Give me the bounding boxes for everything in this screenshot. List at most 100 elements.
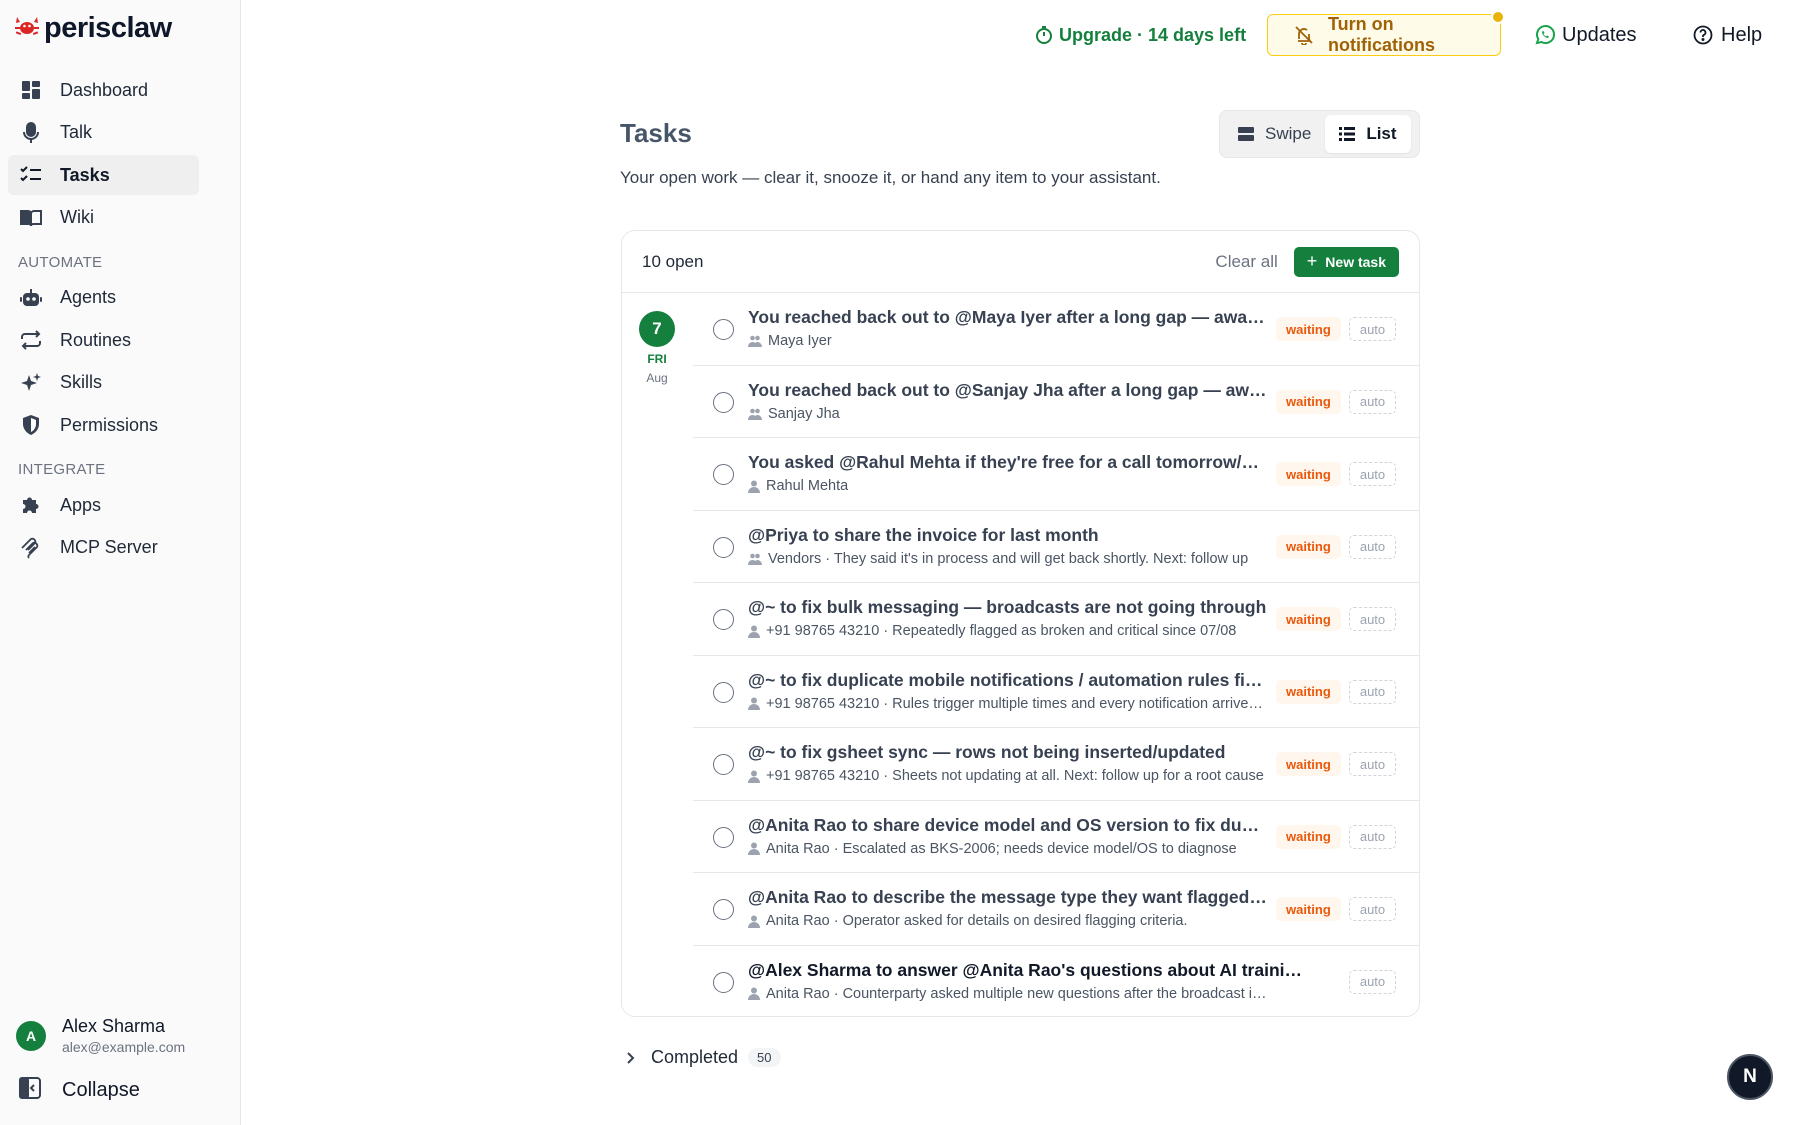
task-checkbox[interactable] (713, 899, 734, 920)
auto-badge[interactable]: auto (1349, 462, 1396, 486)
auto-badge[interactable]: auto (1349, 534, 1396, 559)
task-subtitle-text: +91 98765 43210 · Sheets not updating at… (766, 768, 1264, 784)
task-row[interactable]: @~ to fix gsheet sync — rows not being i… (693, 728, 1419, 801)
task-title: @~ to fix duplicate mobile notifications… (748, 669, 1268, 690)
status-badge-waiting: waiting (1276, 462, 1341, 486)
task-checkbox[interactable] (713, 971, 734, 993)
sidebar-item-wiki[interactable]: Wiki (8, 198, 199, 238)
collapse-label: Collapse (62, 1079, 140, 1101)
help-link[interactable]: Help (1693, 14, 1762, 56)
notifications-label: Turn on notifications (1328, 14, 1435, 55)
collapse-button[interactable]: Collapse (18, 1076, 140, 1105)
robot-icon (19, 286, 43, 310)
task-body[interactable]: @Anita Rao to share device model and OS … (748, 815, 1268, 857)
sparkles-icon (19, 371, 43, 395)
user-name: Alex Sharma (62, 1016, 166, 1036)
task-body[interactable]: You reached back out to @Maya Iyer after… (748, 307, 1268, 349)
task-body[interactable]: You asked @Rahul Mehta if they're free f… (748, 452, 1268, 494)
task-subtitle-text: Sanjay Jha (768, 405, 840, 422)
task-checkbox[interactable] (713, 826, 734, 848)
person-icon (748, 697, 760, 710)
auto-badge[interactable]: auto (1349, 607, 1396, 631)
task-row[interactable]: You reached back out to @Maya Iyer after… (693, 293, 1419, 366)
updates-link[interactable]: Updates (1534, 14, 1637, 56)
task-checkbox[interactable] (713, 681, 734, 703)
user-profile[interactable]: A Alex Sharma alex@example.com (16, 1016, 185, 1055)
auto-badge[interactable]: auto (1349, 389, 1396, 414)
view-list-button[interactable]: List (1325, 115, 1411, 153)
auto-badge[interactable]: auto (1349, 969, 1396, 994)
task-checkbox[interactable] (713, 464, 734, 485)
date-weekday: FRI (647, 352, 667, 366)
task-row[interactable]: @Priya to share the invoice for last mon… (693, 511, 1419, 583)
chevron-right-icon (625, 1051, 635, 1065)
completed-count: 50 (748, 1048, 781, 1067)
task-subtitle-text: Anita Rao · Escalated as BKS-2006; needs… (766, 840, 1237, 857)
auto-badge[interactable]: auto (1349, 824, 1396, 849)
task-body[interactable]: @Priya to share the invoice for last mon… (748, 525, 1268, 567)
status-badge-waiting: waiting (1276, 679, 1341, 704)
task-body[interactable]: @Alex Sharma to answer @Anita Rao's ques… (748, 960, 1308, 1002)
task-row[interactable]: You reached back out to @Sanjay Jha afte… (693, 366, 1419, 438)
checklist-icon (19, 163, 43, 187)
auto-badge[interactable]: auto (1349, 317, 1396, 341)
task-checkbox[interactable] (713, 319, 734, 340)
task-body[interactable]: @~ to fix gsheet sync — rows not being i… (748, 742, 1268, 784)
sidebar-item-skills[interactable]: Skills (8, 363, 199, 403)
auto-badge[interactable]: auto (1349, 752, 1396, 776)
completed-toggle[interactable]: Completed 50 (625, 1047, 781, 1068)
brand-name: perisclaw (44, 12, 172, 44)
task-body[interactable]: @~ to fix bulk messaging — broadcasts ar… (748, 597, 1268, 639)
sidebar-item-label: Agents (60, 287, 117, 307)
task-row[interactable]: @Anita Rao to describe the message type … (693, 873, 1419, 946)
sidebar-item-permissions[interactable]: Permissions (8, 405, 199, 445)
date-day: 7 (639, 311, 675, 347)
repeat-icon (19, 328, 43, 352)
task-body[interactable]: @Anita Rao to describe the message type … (748, 887, 1268, 929)
auto-badge[interactable]: auto (1349, 897, 1396, 921)
task-subtitle: +91 98765 43210 · Sheets not updating at… (748, 768, 1268, 784)
task-subtitle-text: Maya Iyer (768, 333, 832, 349)
sidebar-item-apps[interactable]: Apps (8, 485, 199, 525)
brand-logo[interactable]: perisclaw (14, 12, 172, 45)
task-checkbox[interactable] (713, 536, 734, 558)
upgrade-link[interactable]: Upgrade · 14 days left (1035, 14, 1246, 56)
crab-logo-icon (14, 14, 40, 43)
task-checkbox[interactable] (713, 754, 734, 775)
task-subtitle: Rahul Mehta (748, 478, 1268, 494)
sidebar-item-tasks[interactable]: Tasks (8, 155, 199, 195)
task-body[interactable]: You reached back out to @Sanjay Jha afte… (748, 380, 1268, 422)
upgrade-label: Upgrade · 14 days left (1059, 24, 1247, 45)
task-row[interactable]: @~ to fix bulk messaging — broadcasts ar… (693, 583, 1419, 656)
notifications-button[interactable]: Turn on notifications (1267, 10, 1505, 56)
user-email: alex@example.com (62, 1039, 186, 1055)
task-checkbox[interactable] (713, 391, 734, 413)
sidebar-nav: Dashboard Talk Tasks Wiki AUTOMATE Agent… (8, 70, 199, 570)
sidebar-item-label: Apps (60, 494, 102, 515)
view-list-label: List (1366, 124, 1397, 143)
sidebar-item-dashboard[interactable]: Dashboard (8, 70, 199, 110)
task-checkbox[interactable] (713, 609, 734, 630)
task-row[interactable]: @Anita Rao to share device model and OS … (693, 801, 1419, 873)
task-subtitle: Sanjay Jha (748, 406, 1268, 422)
sidebar-item-label: Tasks (60, 164, 110, 185)
new-task-button[interactable]: + New task (1293, 246, 1399, 277)
auto-badge[interactable]: auto (1349, 679, 1396, 704)
view-swipe-button[interactable]: Swipe (1224, 115, 1325, 153)
clear-all-button[interactable]: Clear all (1215, 252, 1277, 272)
stopwatch-icon (1035, 26, 1053, 44)
sidebar-item-mcp-server[interactable]: MCP Server (8, 528, 199, 568)
task-row[interactable]: You asked @Rahul Mehta if they're free f… (693, 438, 1419, 511)
floating-action-button[interactable]: N (1727, 1054, 1773, 1100)
sidebar-item-talk[interactable]: Talk (8, 113, 199, 153)
completed-label: Completed (651, 1047, 739, 1067)
task-body[interactable]: @~ to fix duplicate mobile notifications… (748, 670, 1268, 712)
task-row[interactable]: @Alex Sharma to answer @Anita Rao's ques… (693, 946, 1419, 1017)
person-icon (748, 842, 760, 855)
sidebar-item-routines[interactable]: Routines (8, 320, 199, 360)
task-title: @Anita Rao to share device model and OS … (748, 814, 1268, 835)
puzzle-icon (19, 493, 43, 517)
sidebar-item-agents[interactable]: Agents (8, 278, 199, 318)
person-icon (748, 987, 760, 1000)
task-row[interactable]: @~ to fix duplicate mobile notifications… (693, 656, 1419, 728)
